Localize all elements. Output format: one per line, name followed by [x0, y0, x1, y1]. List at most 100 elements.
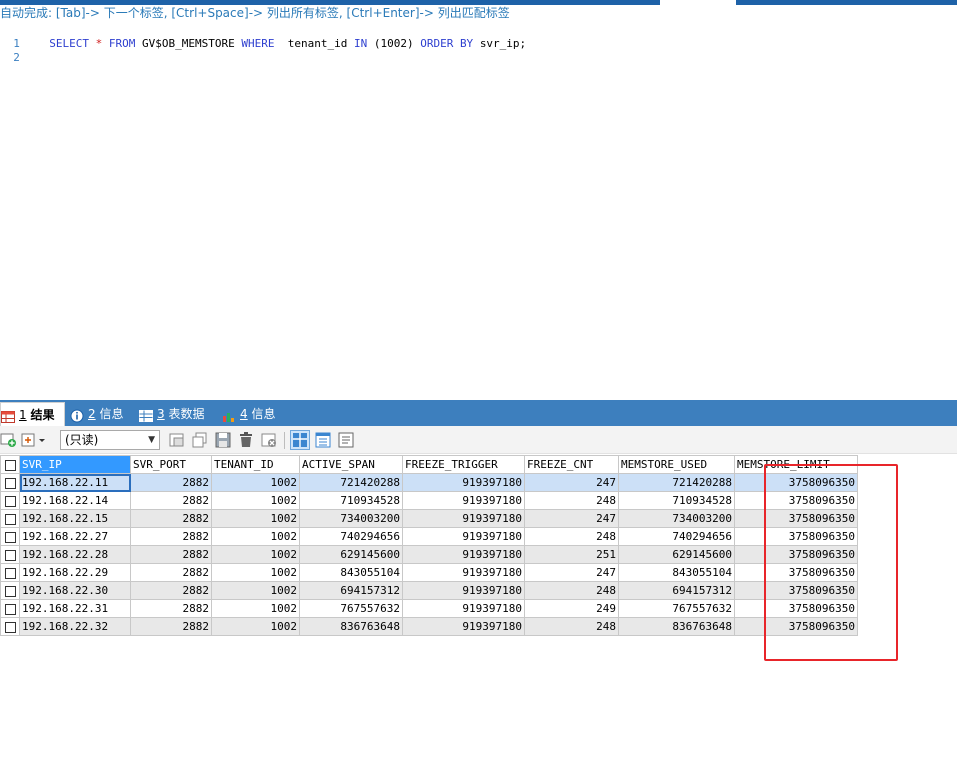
cell-tenant-id[interactable]: 1002: [211, 473, 300, 492]
row-checkbox[interactable]: [0, 581, 20, 600]
cell-svr-ip[interactable]: 192.168.22.28: [19, 545, 131, 564]
column-header-tenant-id[interactable]: TENANT_ID: [211, 455, 300, 474]
editor-line-2[interactable]: 2: [0, 35, 49, 64]
cell-svr-port[interactable]: 2882: [130, 581, 212, 600]
row-checkbox[interactable]: [0, 491, 20, 510]
cell-memstore-used[interactable]: 767557632: [618, 599, 735, 618]
column-header-svr-port[interactable]: SVR_PORT: [130, 455, 212, 474]
cell-freeze-trigger[interactable]: 919397180: [402, 473, 525, 492]
table-row[interactable]: 192.168.22.27 2882 1002 740294656 919397…: [0, 527, 858, 546]
cell-tenant-id[interactable]: 1002: [211, 581, 300, 600]
row-checkbox[interactable]: [0, 473, 20, 492]
add-row-icon[interactable]: [0, 431, 18, 449]
cell-active-span[interactable]: 740294656: [299, 527, 403, 546]
cell-freeze-trigger[interactable]: 919397180: [402, 617, 525, 636]
cell-active-span[interactable]: 629145600: [299, 545, 403, 564]
cell-freeze-cnt[interactable]: 248: [524, 617, 619, 636]
editor-line-1[interactable]: 1 SELECT * FROM GV$OB_MEMSTORE WHERE tena…: [0, 21, 526, 50]
table-row[interactable]: 192.168.22.31 2882 1002 767557632 919397…: [0, 599, 858, 618]
column-header-freeze-cnt[interactable]: FREEZE_CNT: [524, 455, 619, 474]
copy-icon[interactable]: [191, 431, 209, 449]
save-icon[interactable]: [214, 431, 232, 449]
cell-tenant-id[interactable]: 1002: [211, 545, 300, 564]
cell-tenant-id[interactable]: 1002: [211, 527, 300, 546]
tab-result[interactable]: 1 结果: [0, 402, 65, 426]
cell-active-span[interactable]: 836763648: [299, 617, 403, 636]
select-all-checkbox[interactable]: [0, 455, 20, 474]
table-row[interactable]: 192.168.22.14 2882 1002 710934528 919397…: [0, 491, 858, 510]
cell-svr-ip[interactable]: 192.168.22.14: [19, 491, 131, 510]
cell-memstore-used[interactable]: 721420288: [618, 473, 735, 492]
cell-svr-ip[interactable]: 192.168.22.32: [19, 617, 131, 636]
cell-svr-ip[interactable]: 192.168.22.15: [19, 509, 131, 528]
cell-memstore-used[interactable]: 629145600: [618, 545, 735, 564]
row-checkbox[interactable]: [0, 545, 20, 564]
cell-svr-ip[interactable]: 192.168.22.31: [19, 599, 131, 618]
cell-svr-port[interactable]: 2882: [130, 527, 212, 546]
export-dropdown-icon[interactable]: [20, 431, 48, 449]
cell-tenant-id[interactable]: 1002: [211, 491, 300, 510]
cell-active-span[interactable]: 721420288: [299, 473, 403, 492]
cell-tenant-id[interactable]: 1002: [211, 599, 300, 618]
cell-svr-ip[interactable]: 192.168.22.29: [19, 563, 131, 582]
table-row[interactable]: 192.168.22.32 2882 1002 836763648 919397…: [0, 617, 858, 636]
grid-view-icon[interactable]: [290, 430, 310, 450]
cell-freeze-cnt[interactable]: 247: [524, 473, 619, 492]
table-row[interactable]: 192.168.22.29 2882 1002 843055104 919397…: [0, 563, 858, 582]
cell-freeze-cnt[interactable]: 248: [524, 491, 619, 510]
refresh-icon[interactable]: [260, 431, 278, 449]
row-checkbox[interactable]: [0, 617, 20, 636]
cell-freeze-cnt[interactable]: 251: [524, 545, 619, 564]
table-row[interactable]: 192.168.22.30 2882 1002 694157312 919397…: [0, 581, 858, 600]
table-row[interactable]: 192.168.22.28 2882 1002 629145600 919397…: [0, 545, 858, 564]
cell-freeze-cnt[interactable]: 249: [524, 599, 619, 618]
cell-active-span[interactable]: 843055104: [299, 563, 403, 582]
cell-memstore-used[interactable]: 694157312: [618, 581, 735, 600]
cell-tenant-id[interactable]: 1002: [211, 563, 300, 582]
delete-icon[interactable]: [237, 431, 255, 449]
table-row[interactable]: 192.168.22.11 2882 1002 721420288 919397…: [0, 473, 858, 492]
cell-memstore-used[interactable]: 710934528: [618, 491, 735, 510]
active-editor-tab[interactable]: [660, 0, 736, 5]
cell-freeze-trigger[interactable]: 919397180: [402, 491, 525, 510]
cell-freeze-cnt[interactable]: 247: [524, 509, 619, 528]
column-header-memstore-used[interactable]: MEMSTORE_USED: [618, 455, 735, 474]
column-header-freeze-trigger[interactable]: FREEZE_TRIGGER: [402, 455, 525, 474]
readonly-mode-select[interactable]: (只读) ▼: [60, 430, 160, 450]
cell-freeze-trigger[interactable]: 919397180: [402, 599, 525, 618]
cell-memstore-used[interactable]: 740294656: [618, 527, 735, 546]
column-header-svr-ip[interactable]: SVR_IP: [19, 455, 131, 474]
form-view-icon[interactable]: [314, 431, 332, 449]
cell-memstore-used[interactable]: 734003200: [618, 509, 735, 528]
column-header-active-span[interactable]: ACTIVE_SPAN: [299, 455, 403, 474]
row-checkbox[interactable]: [0, 527, 20, 546]
tab-info-2[interactable]: 4 信息: [222, 402, 275, 426]
cell-memstore-used[interactable]: 843055104: [618, 563, 735, 582]
cell-active-span[interactable]: 694157312: [299, 581, 403, 600]
cell-svr-port[interactable]: 2882: [130, 473, 212, 492]
cell-freeze-trigger[interactable]: 919397180: [402, 563, 525, 582]
cell-svr-port[interactable]: 2882: [130, 545, 212, 564]
filter-icon[interactable]: [168, 431, 186, 449]
cell-tenant-id[interactable]: 1002: [211, 509, 300, 528]
row-checkbox[interactable]: [0, 509, 20, 528]
cell-active-span[interactable]: 734003200: [299, 509, 403, 528]
cell-svr-port[interactable]: 2882: [130, 617, 212, 636]
cell-svr-ip[interactable]: 192.168.22.27: [19, 527, 131, 546]
cell-freeze-trigger[interactable]: 919397180: [402, 527, 525, 546]
cell-freeze-trigger[interactable]: 919397180: [402, 509, 525, 528]
cell-freeze-cnt[interactable]: 247: [524, 563, 619, 582]
tab-table-data[interactable]: 3 表数据: [139, 402, 204, 426]
cell-svr-ip[interactable]: 192.168.22.11: [19, 473, 131, 492]
text-view-icon[interactable]: [337, 431, 355, 449]
cell-memstore-used[interactable]: 836763648: [618, 617, 735, 636]
table-row[interactable]: 192.168.22.15 2882 1002 734003200 919397…: [0, 509, 858, 528]
cell-svr-port[interactable]: 2882: [130, 599, 212, 618]
cell-svr-port[interactable]: 2882: [130, 563, 212, 582]
cell-svr-port[interactable]: 2882: [130, 491, 212, 510]
cell-freeze-cnt[interactable]: 248: [524, 581, 619, 600]
row-checkbox[interactable]: [0, 599, 20, 618]
row-checkbox[interactable]: [0, 563, 20, 582]
cell-active-span[interactable]: 767557632: [299, 599, 403, 618]
tab-info[interactable]: 2 信息: [70, 402, 123, 426]
